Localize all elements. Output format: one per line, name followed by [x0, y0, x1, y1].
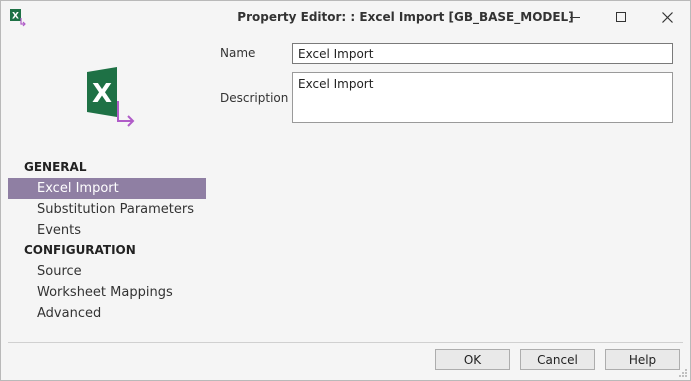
sidebar-item-excel-import[interactable]: Excel Import [8, 178, 206, 199]
maximize-button[interactable] [598, 1, 644, 33]
close-button[interactable] [644, 1, 690, 33]
sidebar-item-worksheet-mappings[interactable]: Worksheet Mappings [8, 282, 206, 303]
svg-text:X: X [92, 79, 112, 109]
sidebar-item-substitution-parameters[interactable]: Substitution Parameters [8, 199, 206, 220]
title-bar[interactable]: X Property Editor: : Excel Import [GB_BA… [1, 1, 690, 33]
section-configuration: CONFIGURATION [24, 243, 136, 257]
property-editor-window: X Property Editor: : Excel Import [GB_BA… [0, 0, 691, 381]
minimize-button[interactable] [552, 1, 598, 33]
maximize-icon [616, 12, 626, 22]
cancel-button[interactable]: Cancel [520, 349, 595, 370]
sidebar-nav: GENERAL Excel Import Substitution Parame… [8, 158, 206, 324]
section-general: GENERAL [24, 160, 87, 174]
resize-grip-icon[interactable] [678, 368, 688, 378]
name-label: Name [220, 46, 256, 60]
help-button[interactable]: Help [605, 349, 680, 370]
name-input[interactable] [292, 43, 673, 64]
description-input[interactable]: Excel Import [292, 72, 673, 123]
description-label: Description [220, 91, 289, 105]
close-icon [661, 11, 673, 23]
minimize-icon [570, 17, 580, 18]
sidebar-item-advanced[interactable]: Advanced [8, 303, 206, 324]
ok-button[interactable]: OK [435, 349, 510, 370]
sidebar-item-source[interactable]: Source [8, 261, 206, 282]
excel-import-logo-icon: X [87, 67, 135, 127]
footer-separator [8, 342, 683, 343]
sidebar-item-events[interactable]: Events [8, 220, 206, 241]
